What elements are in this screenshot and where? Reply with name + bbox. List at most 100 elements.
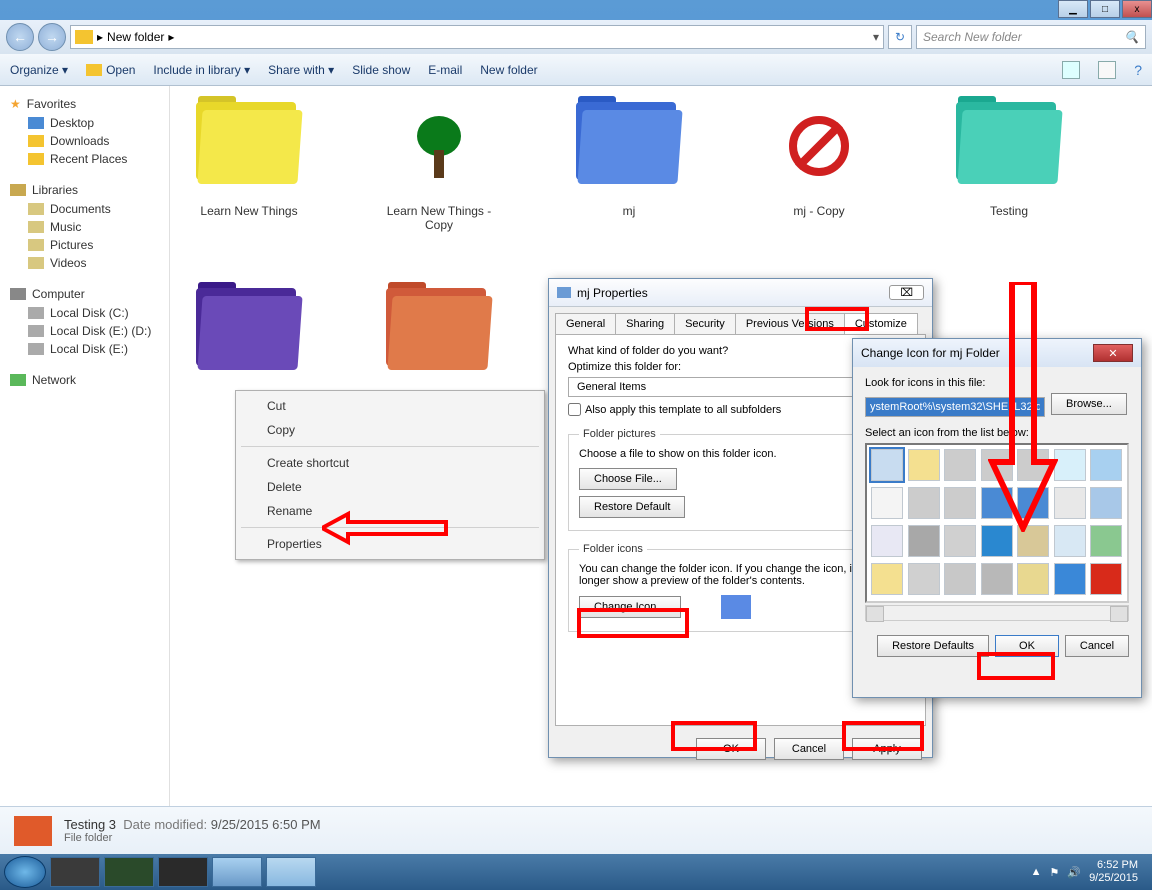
taskbar-app[interactable] <box>50 857 100 887</box>
choose-file-button[interactable]: Choose File... <box>579 468 677 490</box>
sidebar-group-libraries[interactable]: Libraries <box>0 180 169 200</box>
icon-path-input[interactable] <box>865 397 1045 417</box>
folder-item[interactable] <box>374 282 504 390</box>
sidebar-item-pictures[interactable]: Pictures <box>0 236 169 254</box>
icon-option[interactable] <box>871 525 903 557</box>
taskbar-app-explorer[interactable] <box>266 857 316 887</box>
icon-option[interactable] <box>1054 487 1086 519</box>
search-input[interactable]: Search New folder 🔍 <box>916 25 1146 49</box>
icon-option[interactable] <box>871 487 903 519</box>
icon-option[interactable] <box>981 525 1013 557</box>
icon-option[interactable] <box>981 563 1013 595</box>
icon-option[interactable] <box>1017 449 1049 481</box>
apply-button[interactable]: Apply <box>852 738 922 760</box>
icon-option[interactable] <box>871 449 903 481</box>
new-folder-button[interactable]: New folder <box>480 63 537 77</box>
sidebar-item-disk-c[interactable]: Local Disk (C:) <box>0 304 169 322</box>
tab-security[interactable]: Security <box>674 313 736 334</box>
tray-overflow-icon[interactable]: ▲ <box>1031 866 1042 878</box>
breadcrumb-dropdown[interactable]: ▾ <box>873 30 879 44</box>
icon-list[interactable] <box>865 443 1129 603</box>
icon-option[interactable] <box>1090 487 1122 519</box>
sidebar-group-network[interactable]: Network <box>0 370 169 390</box>
icon-option[interactable] <box>1090 525 1122 557</box>
folder-item[interactable]: Learn New Things - Copy <box>374 96 504 232</box>
menu-item-cut[interactable]: Cut <box>239 394 541 418</box>
icon-option[interactable] <box>944 487 976 519</box>
folder-item[interactable]: Testing <box>944 96 1074 232</box>
tray-network-icon[interactable]: 🔊 <box>1067 866 1081 879</box>
icon-option[interactable] <box>908 449 940 481</box>
share-with-menu[interactable]: Share with ▾ <box>268 63 334 77</box>
sidebar-item-documents[interactable]: Documents <box>0 200 169 218</box>
taskbar-app[interactable] <box>158 857 208 887</box>
clock[interactable]: 6:52 PM 9/25/2015 <box>1089 859 1138 885</box>
dialog-titlebar[interactable]: mj Properties ⌧ <box>549 279 932 307</box>
sidebar-item-music[interactable]: Music <box>0 218 169 236</box>
folder-item[interactable]: Learn New Things <box>184 96 314 232</box>
icon-option[interactable] <box>908 563 940 595</box>
tab-general[interactable]: General <box>555 313 616 334</box>
dialog-titlebar[interactable]: Change Icon for mj Folder ✕ <box>853 339 1141 367</box>
maximize-button[interactable]: □ <box>1090 0 1120 18</box>
slideshow-button[interactable]: Slide show <box>352 63 410 77</box>
help-button[interactable]: ? <box>1134 62 1142 78</box>
sidebar-item-videos[interactable]: Videos <box>0 254 169 272</box>
taskbar-app[interactable] <box>104 857 154 887</box>
cancel-button[interactable]: Cancel <box>774 738 844 760</box>
sidebar-item-recent[interactable]: Recent Places <box>0 150 169 168</box>
sidebar-item-desktop[interactable]: Desktop <box>0 114 169 132</box>
breadcrumb[interactable]: ▸ New folder ▸ ▾ <box>70 25 884 49</box>
tab-sharing[interactable]: Sharing <box>615 313 675 334</box>
open-button[interactable]: Open <box>86 63 135 77</box>
icon-option[interactable] <box>981 487 1013 519</box>
menu-item-create-shortcut[interactable]: Create shortcut <box>239 451 541 475</box>
minimize-button[interactable]: ▁ <box>1058 0 1088 18</box>
menu-item-rename[interactable]: Rename <box>239 499 541 523</box>
sidebar-item-downloads[interactable]: Downloads <box>0 132 169 150</box>
restore-defaults-button[interactable]: Restore Defaults <box>877 635 989 657</box>
email-button[interactable]: E-mail <box>428 63 462 77</box>
dialog-close-button[interactable]: ✕ <box>1093 344 1133 362</box>
ok-button[interactable]: OK <box>995 635 1059 657</box>
icon-option[interactable] <box>1054 563 1086 595</box>
icon-option[interactable] <box>1017 487 1049 519</box>
icon-option[interactable] <box>1054 525 1086 557</box>
back-button[interactable]: ← <box>6 23 34 51</box>
preview-pane-button[interactable] <box>1098 61 1116 79</box>
include-in-library-menu[interactable]: Include in library ▾ <box>153 63 250 77</box>
ok-button[interactable]: OK <box>696 738 766 760</box>
sidebar-item-disk-d[interactable]: Local Disk (E:) (D:) <box>0 322 169 340</box>
folder-item[interactable]: mj <box>564 96 694 232</box>
view-options-button[interactable] <box>1062 61 1080 79</box>
sidebar-item-disk-e[interactable]: Local Disk (E:) <box>0 340 169 358</box>
icon-option[interactable] <box>944 525 976 557</box>
tray-flag-icon[interactable]: ⚑ <box>1049 866 1059 879</box>
checkbox-input[interactable] <box>568 403 581 416</box>
change-icon-button[interactable]: Change Icon... <box>579 596 681 618</box>
start-button[interactable] <box>4 856 46 888</box>
taskbar-app-chrome[interactable] <box>212 857 262 887</box>
forward-button[interactable]: → <box>38 23 66 51</box>
breadcrumb-path[interactable]: New folder <box>107 30 164 44</box>
close-button[interactable]: x <box>1122 0 1152 18</box>
icon-option[interactable] <box>944 449 976 481</box>
sidebar-group-favorites[interactable]: ★Favorites <box>0 94 169 114</box>
icon-option[interactable] <box>908 525 940 557</box>
tab-customize[interactable]: Customize <box>844 313 918 334</box>
system-tray[interactable]: ▲ ⚑ 🔊 6:52 PM 9/25/2015 <box>1031 859 1148 885</box>
icon-option[interactable] <box>1017 563 1049 595</box>
icon-option[interactable] <box>1054 449 1086 481</box>
icon-option[interactable] <box>1090 563 1122 595</box>
folder-item[interactable] <box>184 282 314 390</box>
icon-option[interactable] <box>1090 449 1122 481</box>
sidebar-group-computer[interactable]: Computer <box>0 284 169 304</box>
menu-item-copy[interactable]: Copy <box>239 418 541 442</box>
menu-item-delete[interactable]: Delete <box>239 475 541 499</box>
refresh-button[interactable]: ↻ <box>888 25 912 49</box>
menu-item-properties[interactable]: Properties <box>239 532 541 556</box>
restore-default-button[interactable]: Restore Default <box>579 496 685 518</box>
icon-option[interactable] <box>1017 525 1049 557</box>
browse-button[interactable]: Browse... <box>1051 393 1127 415</box>
icon-option[interactable] <box>981 449 1013 481</box>
